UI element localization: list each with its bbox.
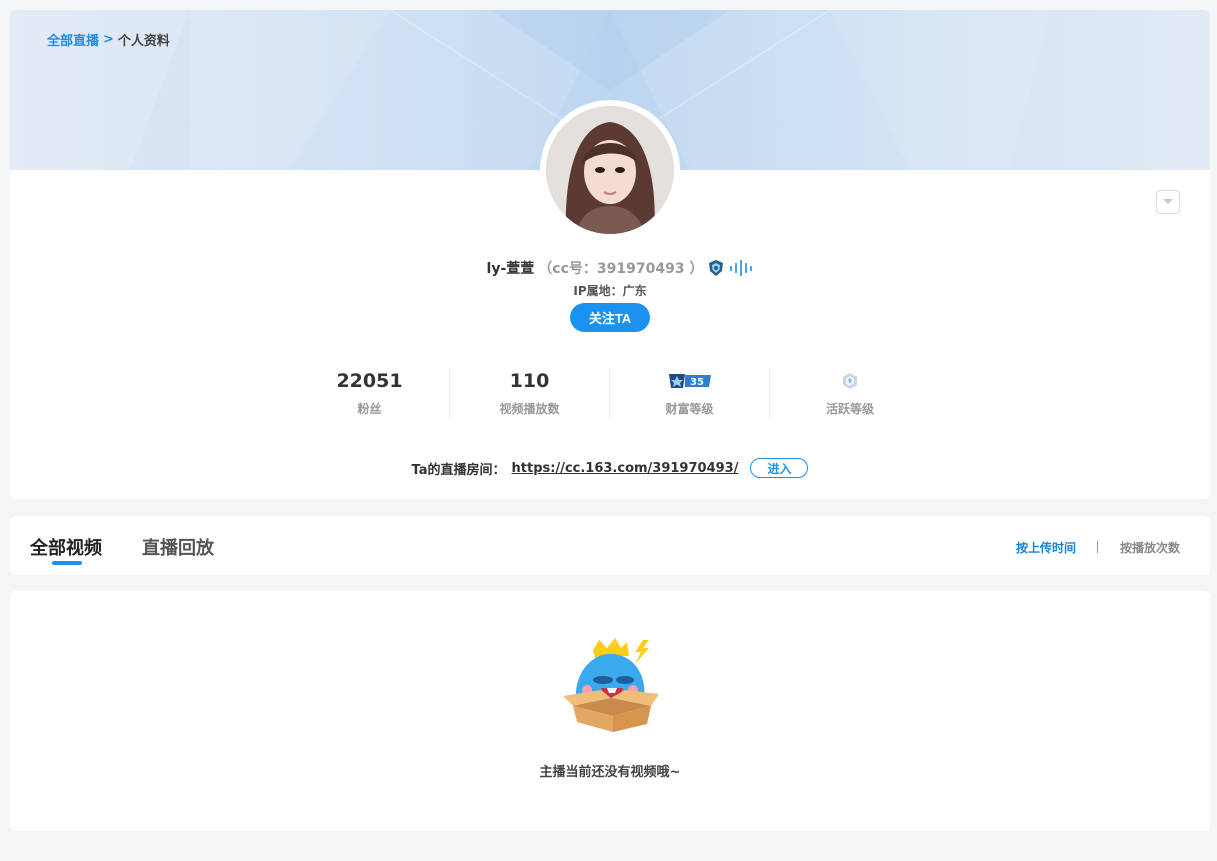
breadcrumb-separator: > [103, 32, 114, 47]
wealth-level-number: 35 [690, 377, 704, 388]
cc-number: （cc号：391970493 ） [538, 261, 704, 277]
activity-level-icon [843, 373, 857, 389]
stat-fans-value: 22051 [336, 370, 403, 392]
empty-box-mascot-icon [563, 638, 659, 732]
active-tab-indicator [52, 561, 82, 565]
stat-video-plays: 110 视频播放数 [450, 368, 610, 418]
sort-by-upload-time[interactable]: 按上传时间 [1016, 539, 1076, 556]
stat-wealth-level: 35 财富等级 [610, 368, 770, 418]
sort-by-play-count[interactable]: 按播放次数 [1120, 539, 1180, 556]
video-list-area: 主播当前还没有视频哦~ [10, 591, 1210, 831]
ip-location: IP属地：广东 [573, 284, 647, 298]
stat-video-plays-label: 视频播放数 [499, 402, 560, 416]
avatar-image [546, 106, 674, 234]
stat-wealth-level-label: 财富等级 [665, 402, 714, 416]
tab-live-replay[interactable]: 直播回放 [142, 534, 214, 560]
live-room-prefix: Ta的直播房间： [411, 462, 506, 478]
avatar[interactable] [546, 106, 674, 234]
stat-activity-level: 活跃等级 [770, 368, 930, 418]
voice-wave-icon [730, 260, 753, 276]
live-room-row: Ta的直播房间： https://cc.163.com/391970493/ 进… [10, 458, 1210, 478]
video-tabs-bar: 全部视频 直播回放 按上传时间 按播放次数 [10, 516, 1210, 575]
stat-video-plays-value: 110 [509, 370, 550, 392]
wealth-level-badge: 35 [667, 368, 713, 394]
live-room-link[interactable]: https://cc.163.com/391970493/ [512, 461, 739, 476]
breadcrumb-all-live-link[interactable]: 全部直播 [47, 30, 99, 49]
profile-card: 全部直播 > 个人资料 ly-萱萱 （cc号：391970493 ） IP属地：… [10, 10, 1210, 499]
breadcrumb: 全部直播 > 个人资料 [47, 30, 170, 49]
enter-room-button[interactable]: 进入 [750, 458, 809, 478]
tab-all-videos[interactable]: 全部视频 [30, 534, 102, 560]
activity-level-badge [841, 368, 859, 394]
empty-state-message: 主播当前还没有视频哦~ [539, 765, 681, 780]
wealth-level-icon: 35 [668, 374, 711, 388]
breadcrumb-current: 个人资料 [117, 34, 170, 49]
avatar-frame [540, 100, 680, 240]
stat-fans-label: 粉丝 [357, 402, 382, 416]
stats-row: 22051 粉丝 110 视频播放数 35 财富等级 活跃等级 [290, 368, 930, 418]
streamer-nickname: ly-萱萱 [486, 261, 535, 277]
chevron-down-icon [1163, 199, 1173, 204]
streamer-name-row: ly-萱萱 （cc号：391970493 ） [10, 258, 1210, 278]
stat-activity-level-label: 活跃等级 [825, 402, 874, 416]
follow-button[interactable]: 关注TA [570, 303, 650, 332]
collapse-toggle-button[interactable] [1156, 190, 1180, 214]
anchor-level-badge-icon [709, 260, 724, 276]
sort-divider [1097, 541, 1098, 553]
stat-fans[interactable]: 22051 粉丝 [290, 368, 450, 418]
